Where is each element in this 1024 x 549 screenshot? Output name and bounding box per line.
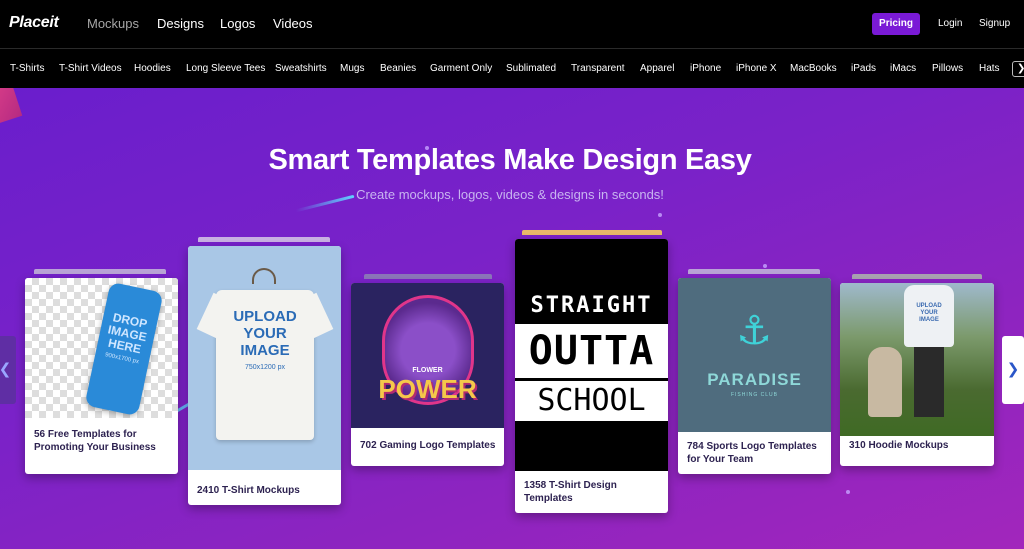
card-thumbnail: DROP IMAGE HERE 900x1700 px xyxy=(25,278,178,418)
nav-logos[interactable]: Logos xyxy=(220,16,255,31)
category-sweatshirts[interactable]: Sweatshirts xyxy=(275,63,327,74)
top-nav: Placeit Mockups Designs Logos Videos Pri… xyxy=(0,0,1024,49)
category-garment-only[interactable]: Garment Only xyxy=(430,63,492,74)
card-caption: 56 Free Templates for Promoting Your Bus… xyxy=(34,428,156,454)
thumb-text: FLOWER xyxy=(412,367,443,374)
decorative-dot xyxy=(846,490,850,494)
card-caption: 784 Sports Logo Templates for Your Team xyxy=(687,440,817,466)
hoodie-image: UPLOAD YOUR IMAGE xyxy=(904,285,954,347)
category-pillows[interactable]: Pillows xyxy=(932,63,963,74)
template-card-free[interactable]: DROP IMAGE HERE 900x1700 px 56 Free Temp… xyxy=(25,278,178,474)
card-caption-line: 56 Free Templates for xyxy=(34,429,137,440)
person-legs xyxy=(914,347,944,417)
category-apparel[interactable]: Apparel xyxy=(640,63,674,74)
category-hoodies[interactable]: Hoodies xyxy=(134,63,171,74)
template-card-sports-logos[interactable]: ⚓ PARADISE FISHING CLUB 784 Sports Logo … xyxy=(678,278,831,474)
card-caption-line: 784 Sports Logo Templates xyxy=(687,441,817,452)
chevron-right-icon[interactable]: ❯ xyxy=(1012,61,1024,77)
decorative-shape xyxy=(0,88,23,127)
card-caption: 1358 T-Shirt Design Templates xyxy=(524,479,617,505)
category-hats[interactable]: Hats xyxy=(979,63,1000,74)
thumb-text: UPLOAD xyxy=(233,308,297,325)
nav-mockups[interactable]: Mockups xyxy=(87,16,139,31)
category-beanies[interactable]: Beanies xyxy=(380,63,416,74)
hero-section: Smart Templates Make Design Easy Create … xyxy=(0,88,1024,549)
chevron-left-icon[interactable]: ❮ xyxy=(0,336,16,404)
template-card-tshirt-mockups[interactable]: UPLOAD YOUR IMAGE 750x1200 px 2410 T-Shi… xyxy=(188,246,341,505)
tshirt-image: UPLOAD YOUR IMAGE 750x1200 px xyxy=(196,290,334,440)
category-sublimated[interactable]: Sublimated xyxy=(506,63,556,74)
card-stack-layer xyxy=(522,230,662,235)
thumb-text: STRAIGHT xyxy=(530,293,653,318)
thumb-text: 750x1200 px xyxy=(244,364,286,371)
card-caption: 310 Hoodie Mockups xyxy=(849,440,949,451)
decorative-dot xyxy=(763,264,767,268)
thumb-text: POWER xyxy=(378,374,477,404)
anchor-icon: ⚓ xyxy=(736,309,772,353)
gaming-logo-text: FLOWER POWER xyxy=(351,367,504,405)
card-caption-line: for Your Team xyxy=(687,454,754,465)
phone-case-image: DROP IMAGE HERE 900x1700 px xyxy=(84,281,164,417)
category-ipads[interactable]: iPads xyxy=(851,63,876,74)
hero-title: Smart Templates Make Design Easy xyxy=(268,144,752,176)
card-caption-line: 1358 T-Shirt Design xyxy=(524,480,617,491)
card-caption-line: Promoting Your Business xyxy=(34,442,156,453)
dog-image xyxy=(868,347,902,417)
category-transparent[interactable]: Transparent xyxy=(571,63,625,74)
card-thumbnail: STRAIGHT OUTTA SCHOOL xyxy=(515,239,668,471)
thumb-text: FISHING CLUB xyxy=(730,392,778,398)
nav-designs[interactable]: Designs xyxy=(157,16,204,31)
thumb-text: YOUR xyxy=(243,325,287,342)
decorative-dot xyxy=(658,213,662,217)
template-card-tshirt-designs[interactable]: STRAIGHT OUTTA SCHOOL 1358 T-Shirt Desig… xyxy=(515,239,668,513)
chevron-right-icon[interactable]: ❯ xyxy=(1002,336,1024,404)
card-thumbnail: UPLOAD YOUR IMAGE xyxy=(840,283,994,436)
card-thumbnail: FLOWER POWER xyxy=(351,283,504,428)
thumb-text: OUTTA xyxy=(515,324,668,378)
card-stack-layer xyxy=(852,274,982,279)
thumb-text: IMAGE xyxy=(240,342,290,359)
card-stack-layer xyxy=(198,237,330,242)
card-thumbnail: UPLOAD YOUR IMAGE 750x1200 px xyxy=(188,246,341,470)
category-iphone-x[interactable]: iPhone X xyxy=(736,63,777,74)
thumb-text: SCHOOL xyxy=(515,381,668,421)
category-iphone[interactable]: iPhone xyxy=(690,63,721,74)
thumb-text: PARADISE xyxy=(707,370,802,389)
template-card-gaming-logos[interactable]: FLOWER POWER 702 Gaming Logo Templates xyxy=(351,283,504,466)
card-stack-layer xyxy=(688,269,820,274)
thumb-text: UPLOAD xyxy=(916,303,942,309)
card-thumbnail: ⚓ PARADISE FISHING CLUB xyxy=(678,278,831,432)
thumb-text: YOUR xyxy=(920,310,938,316)
template-card-hoodie-mockups[interactable]: UPLOAD YOUR IMAGE 310 Hoodie Mockups xyxy=(840,283,994,466)
category-imacs[interactable]: iMacs xyxy=(890,63,916,74)
card-caption-line: Templates xyxy=(524,493,573,504)
signup-link[interactable]: Signup xyxy=(979,18,1010,29)
placeit-logo[interactable]: Placeit xyxy=(9,14,59,32)
category-bar: T-Shirts T-Shirt Videos Hoodies Long Sle… xyxy=(0,50,1024,88)
hero-subtitle: Create mockups, logos, videos & designs … xyxy=(356,187,664,202)
category-tshirts[interactable]: T-Shirts xyxy=(10,63,44,74)
card-caption: 2410 T-Shirt Mockups xyxy=(197,485,300,496)
hanger-icon xyxy=(252,268,276,284)
category-tshirt-videos[interactable]: T-Shirt Videos xyxy=(59,63,122,74)
category-mugs[interactable]: Mugs xyxy=(340,63,364,74)
card-caption: 702 Gaming Logo Templates xyxy=(360,440,496,451)
card-stack-layer xyxy=(364,274,492,279)
pricing-button[interactable]: Pricing xyxy=(872,13,920,35)
thumb-text: IMAGE xyxy=(919,317,939,323)
login-link[interactable]: Login xyxy=(938,18,962,29)
card-stack-layer xyxy=(34,269,166,274)
nav-videos[interactable]: Videos xyxy=(273,16,313,31)
category-long-sleeve-tees[interactable]: Long Sleeve Tees xyxy=(186,63,265,74)
category-macbooks[interactable]: MacBooks xyxy=(790,63,837,74)
